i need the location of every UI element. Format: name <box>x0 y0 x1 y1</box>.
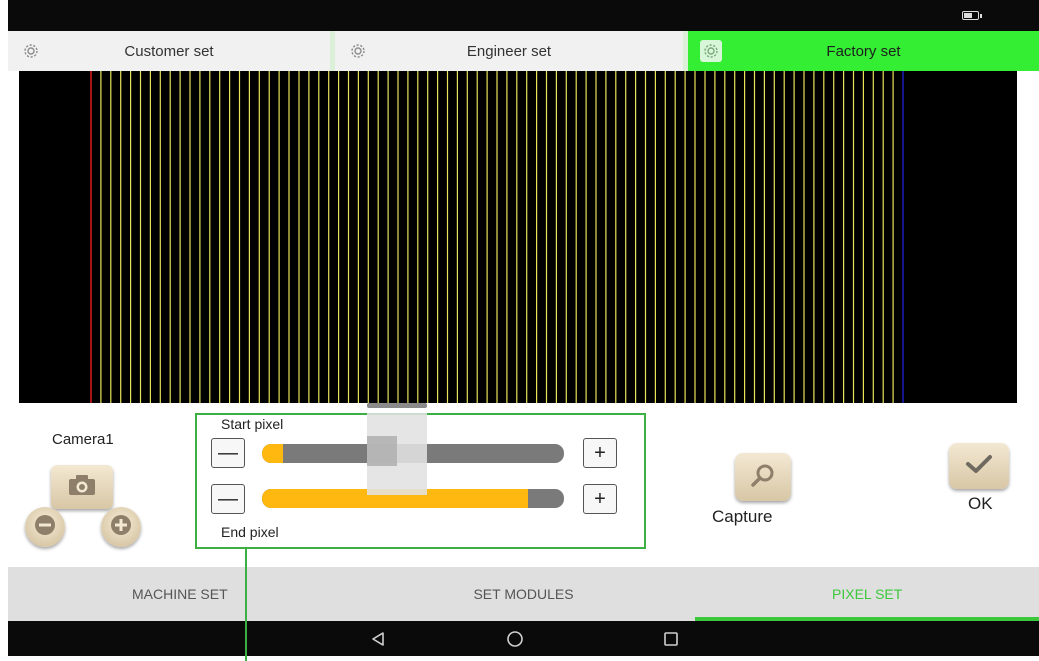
app-screen: Customer set Engineer set Factory set Ca… <box>0 0 1039 661</box>
gear-icon <box>20 40 42 62</box>
tab-label: Factory set <box>826 42 901 60</box>
tab-label: SET MODULES <box>473 586 574 602</box>
plus-label: + <box>594 487 606 510</box>
camera-preview <box>19 71 1017 403</box>
home-icon[interactable] <box>495 621 535 656</box>
zoom-out-button[interactable] <box>25 507 65 547</box>
end-pixel-increase-button[interactable]: + <box>583 484 617 514</box>
start-pixel-decrease-button[interactable]: — <box>211 438 245 468</box>
minus-label: — <box>218 487 238 510</box>
zoom-in-icon <box>110 514 132 541</box>
tab-factory-set[interactable]: Factory set <box>688 31 1039 71</box>
system-nav-bar <box>8 621 1039 656</box>
camera-icon <box>67 474 97 501</box>
drag-handle[interactable] <box>367 403 427 408</box>
search-icon <box>750 462 776 493</box>
gear-icon <box>700 40 722 62</box>
status-bar <box>8 0 1039 31</box>
blurred-overlay-inner <box>367 436 397 466</box>
capture-label: Capture <box>712 507 773 526</box>
ok-label: OK <box>968 494 993 513</box>
bottom-tabs: MACHINE SET SET MODULES PIXEL SET <box>8 567 1039 621</box>
start-pixel-label: Start pixel <box>221 416 284 432</box>
settings-tabs: Customer set Engineer set Factory set <box>8 31 1039 71</box>
tab-label: Customer set <box>124 42 214 60</box>
start-pixel-increase-button[interactable]: + <box>583 438 617 468</box>
tab-label: Engineer set <box>466 42 552 60</box>
pixel-line-pattern <box>90 71 904 403</box>
back-icon[interactable] <box>358 621 398 656</box>
recents-icon[interactable] <box>651 621 691 656</box>
tab-machine-set[interactable]: MACHINE SET <box>8 567 352 621</box>
minus-label: — <box>218 441 238 464</box>
tab-pixel-set[interactable]: PIXEL SET <box>695 567 1039 621</box>
battery-level <box>964 13 973 18</box>
tab-customer-set[interactable]: Customer set <box>8 31 335 71</box>
end-pixel-label: End pixel <box>221 524 279 540</box>
tab-label: PIXEL SET <box>832 586 903 602</box>
zoom-out-icon <box>34 514 56 541</box>
ok-button[interactable] <box>949 443 1009 489</box>
capture-button[interactable] <box>735 453 791 501</box>
camera-button[interactable] <box>51 465 113 509</box>
tab-set-modules[interactable]: SET MODULES <box>352 567 696 621</box>
tab-label: MACHINE SET <box>131 586 228 602</box>
end-pixel-decrease-button[interactable]: — <box>211 484 245 514</box>
zoom-in-button[interactable] <box>101 507 141 547</box>
plus-label: + <box>594 441 606 464</box>
checkmark-icon <box>965 453 993 480</box>
gear-icon <box>347 40 369 62</box>
callout-line <box>245 549 247 661</box>
battery-icon <box>962 11 982 20</box>
camera-label: Camera1 <box>52 431 114 448</box>
tab-engineer-set[interactable]: Engineer set <box>335 31 688 71</box>
start-pixel-slider-fill <box>262 444 284 463</box>
